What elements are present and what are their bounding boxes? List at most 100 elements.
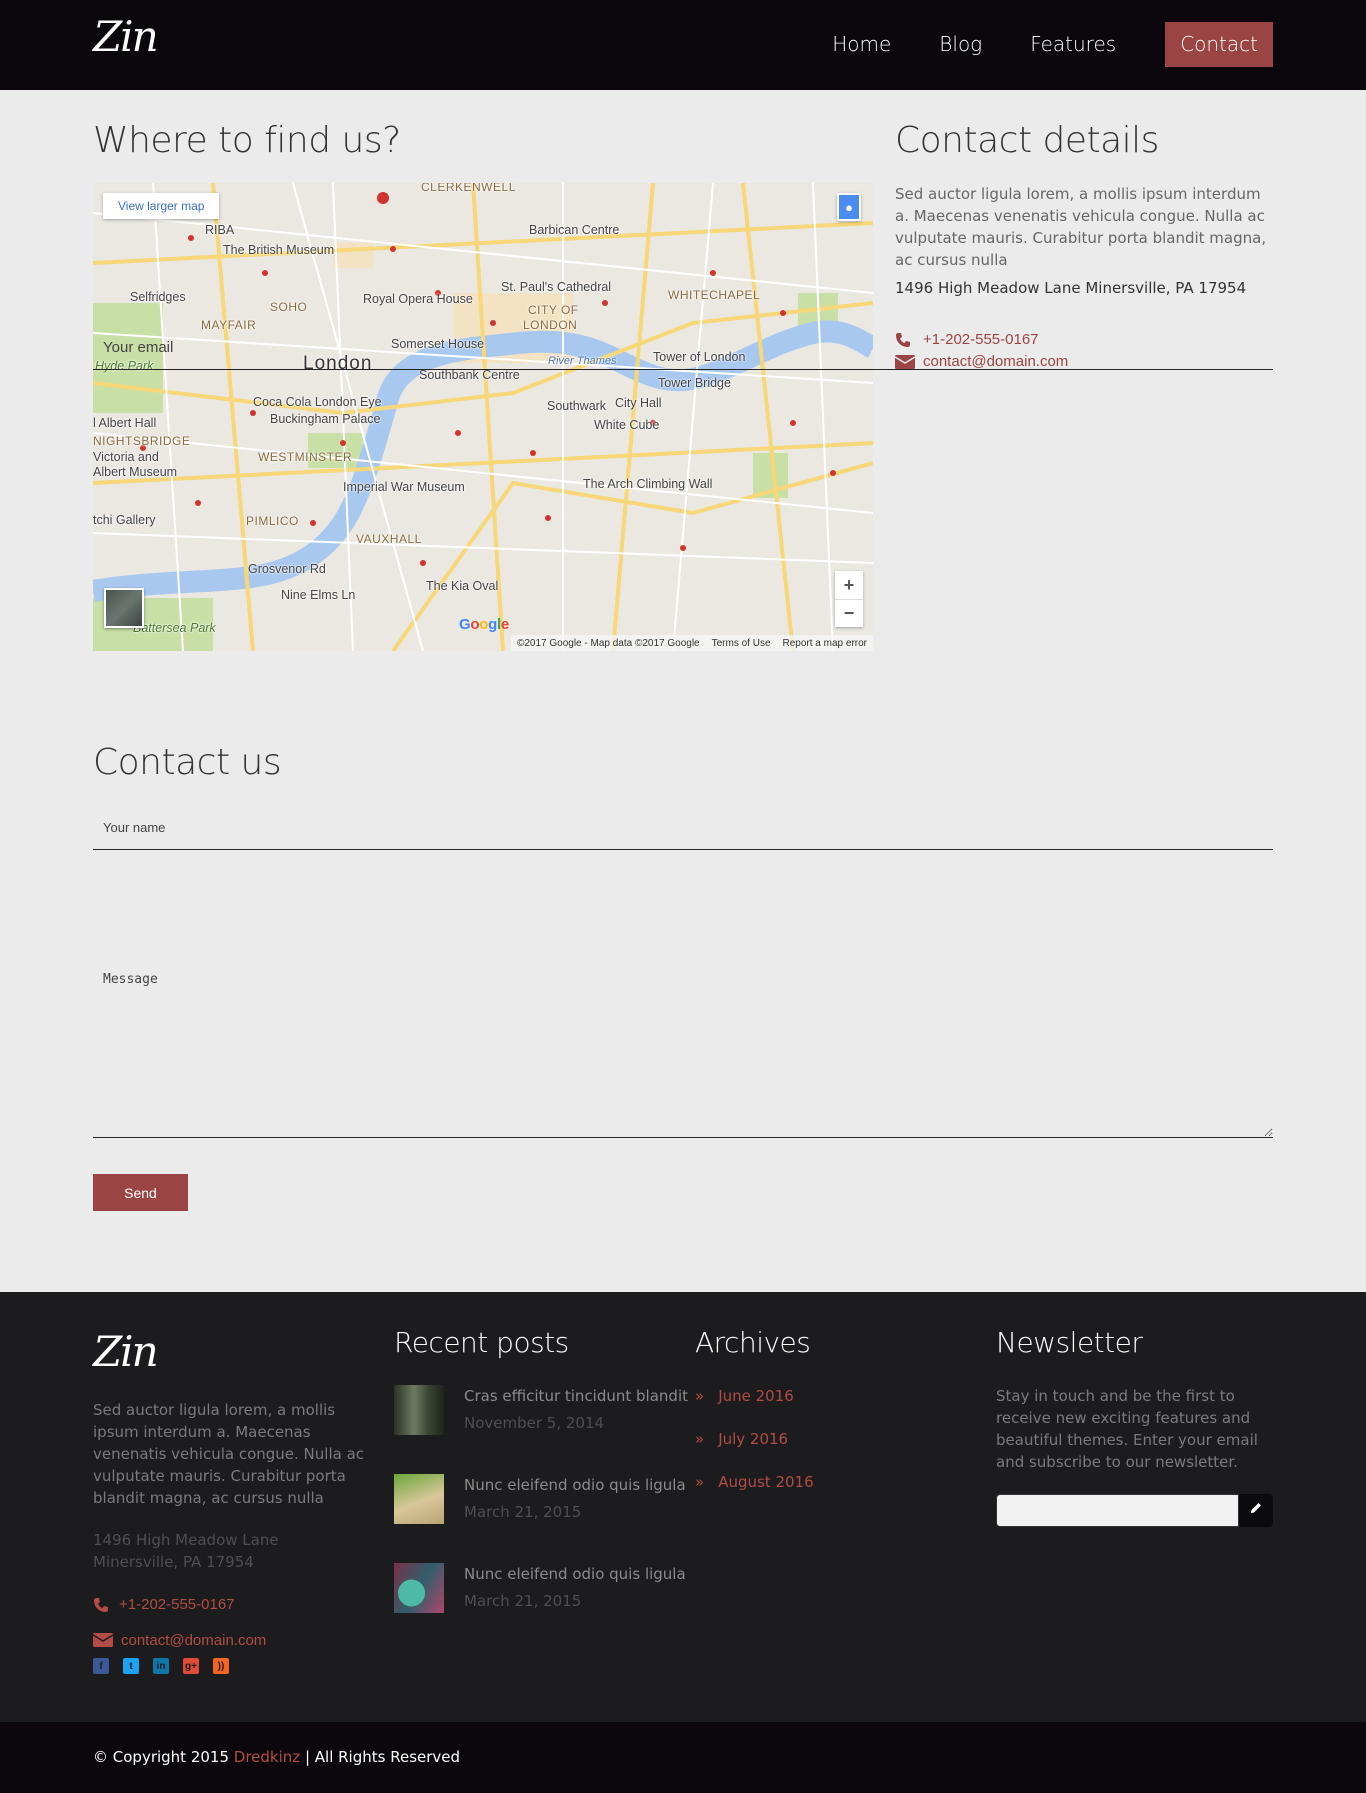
map-label: Royal Opera House xyxy=(363,292,473,306)
archive-label[interactable]: July 2016 xyxy=(718,1430,788,1448)
contact-us-title: Contact us xyxy=(93,742,282,783)
map-report-link[interactable]: Report a map error xyxy=(783,638,867,649)
map-label: Southbank Centre xyxy=(419,368,520,382)
facebook-icon[interactable]: f xyxy=(93,1658,109,1674)
email-input[interactable] xyxy=(93,326,1273,370)
nav-home[interactable]: Home xyxy=(808,22,915,67)
archive-link[interactable]: » June 2016 xyxy=(695,1387,794,1405)
footer: Zin Sed auctor ligula lorem, a mollis ip… xyxy=(0,1292,1366,1722)
google-plus-icon[interactable]: g+ xyxy=(183,1658,199,1674)
archive-link[interactable]: » July 2016 xyxy=(695,1430,788,1448)
archive-link[interactable]: » August 2016 xyxy=(695,1473,814,1491)
find-us-title: Where to find us? xyxy=(93,120,401,161)
rss-icon[interactable]: )) xyxy=(213,1658,229,1674)
map-label: CITY OF xyxy=(528,303,579,317)
newsletter-text: Stay in touch and be the first to receiv… xyxy=(996,1387,1258,1471)
footer-phone-link[interactable]: +1-202-555-0167 xyxy=(119,1596,235,1613)
map-label: WHITECHAPEL xyxy=(668,288,761,302)
archive-marker: » xyxy=(695,1387,705,1405)
newsletter-subscribe-button[interactable] xyxy=(1239,1494,1273,1527)
map-label: St. Paul's Cathedral xyxy=(501,280,612,294)
footer-email-link[interactable]: contact@domain.com xyxy=(121,1632,266,1649)
copyright-prefix: © Copyright 2015 xyxy=(93,1748,230,1766)
top-navbar: Zin Home Blog Features Contact xyxy=(0,0,1366,90)
map-label: VAUXHALL xyxy=(356,532,422,546)
post-title[interactable]: Nunc eleifend odio quis ligula xyxy=(464,1565,686,1583)
main-nav: Home Blog Features Contact xyxy=(808,22,1273,67)
map-label: PIMLICO xyxy=(246,514,299,528)
map-label: tchi Gallery xyxy=(93,513,156,527)
map-label: Battersea Park xyxy=(133,621,216,635)
send-button[interactable]: Send xyxy=(93,1174,188,1211)
site-logo[interactable]: Zin xyxy=(93,16,159,58)
map-attribution-bar: ©2017 Google - Map data ©2017 Google Ter… xyxy=(510,635,873,651)
zoom-out-button[interactable]: − xyxy=(835,599,863,627)
google-map[interactable]: CLERKENWELL RIBA The British Museum Barb… xyxy=(93,183,873,651)
brand-link[interactable]: Dredkinz xyxy=(234,1748,300,1766)
post-title[interactable]: Cras efficitur tincidunt blandit xyxy=(464,1387,688,1405)
map-label: Imperial War Museum xyxy=(343,480,465,494)
name-input[interactable] xyxy=(93,806,1273,850)
satellite-toggle[interactable] xyxy=(104,588,144,628)
map-label: SOHO xyxy=(270,300,308,314)
contact-address: 1496 High Meadow Lane Minersville, PA 17… xyxy=(895,279,1247,297)
contact-details-text: Sed auctor ligula lorem, a mollis ipsum … xyxy=(895,185,1267,269)
newsletter-email-input[interactable] xyxy=(996,1494,1239,1527)
newsletter-title: Newsletter xyxy=(996,1326,1143,1359)
envelope-icon xyxy=(93,1632,113,1648)
post-thumbnail[interactable] xyxy=(394,1474,444,1524)
message-textarea[interactable] xyxy=(93,958,1273,1138)
map-label: RIBA xyxy=(205,223,235,237)
recent-post[interactable]: Cras efficitur tincidunt blandit Novembe… xyxy=(394,1385,688,1437)
archive-marker: » xyxy=(695,1430,705,1448)
footer-phone: +1-202-555-0167 xyxy=(93,1596,235,1613)
map-label: Barbican Centre xyxy=(529,223,620,237)
map-label: The Kia Oval xyxy=(426,579,499,593)
archive-label[interactable]: June 2016 xyxy=(718,1387,794,1405)
map-label: The British Museum xyxy=(223,243,335,257)
post-thumbnail[interactable] xyxy=(394,1385,444,1435)
map-label: City Hall xyxy=(615,396,662,410)
street-view-pegman-icon[interactable]: ● xyxy=(837,193,861,221)
map-label: Victoria and xyxy=(93,450,159,464)
map-terms-link[interactable]: Terms of Use xyxy=(712,638,771,649)
phone-icon xyxy=(93,1597,111,1613)
nav-contact[interactable]: Contact xyxy=(1165,22,1273,67)
post-date: November 5, 2014 xyxy=(464,1414,605,1432)
contact-details-title: Contact details xyxy=(895,120,1159,161)
map-label: Selfridges xyxy=(130,290,186,304)
footer-logo-text: Zin xyxy=(93,1327,159,1376)
map-label: Grosvenor Rd xyxy=(248,562,326,576)
map-label: White Cube xyxy=(594,418,660,432)
footer-logo[interactable]: Zin xyxy=(93,1327,159,1376)
twitter-icon[interactable]: t xyxy=(123,1658,139,1674)
map-label: Coca Cola London Eye xyxy=(253,395,382,409)
linkedin-icon[interactable]: in xyxy=(153,1658,169,1674)
map-label: Southwark xyxy=(547,399,607,413)
nav-features[interactable]: Features xyxy=(1006,22,1140,67)
map-attribution: ©2017 Google - Map data ©2017 Google xyxy=(516,637,700,649)
google-logo: Google xyxy=(459,616,509,633)
map-label: l Albert Hall xyxy=(93,416,157,430)
post-date: March 21, 2015 xyxy=(464,1503,582,1521)
post-title[interactable]: Nunc eleifend odio quis ligula xyxy=(464,1476,686,1494)
map-label: NIGHTSBRIDGE xyxy=(93,434,191,448)
post-date: March 21, 2015 xyxy=(464,1592,582,1610)
map-label: The Arch Climbing Wall xyxy=(583,477,713,491)
post-thumbnail[interactable] xyxy=(394,1563,444,1613)
map-label: Tower Bridge xyxy=(658,376,731,390)
map-label: Buckingham Palace xyxy=(270,412,381,426)
nav-blog[interactable]: Blog xyxy=(915,22,1006,67)
recent-posts-title: Recent posts xyxy=(394,1326,569,1359)
copyright-suffix: | All Rights Reserved xyxy=(304,1748,461,1766)
recent-post[interactable]: Nunc eleifend odio quis ligula March 21,… xyxy=(394,1563,686,1615)
recent-post[interactable]: Nunc eleifend odio quis ligula March 21,… xyxy=(394,1474,686,1526)
social-links: f t in g+ )) xyxy=(93,1658,229,1674)
logo-text: Zin xyxy=(93,12,159,61)
pencil-icon xyxy=(1249,1501,1263,1520)
map-label: WESTMINSTER xyxy=(258,450,353,464)
map-label: Albert Museum xyxy=(93,465,178,479)
archive-label[interactable]: August 2016 xyxy=(718,1473,813,1491)
zoom-in-button[interactable]: + xyxy=(835,571,863,599)
view-larger-map-link[interactable]: View larger map xyxy=(103,193,220,219)
